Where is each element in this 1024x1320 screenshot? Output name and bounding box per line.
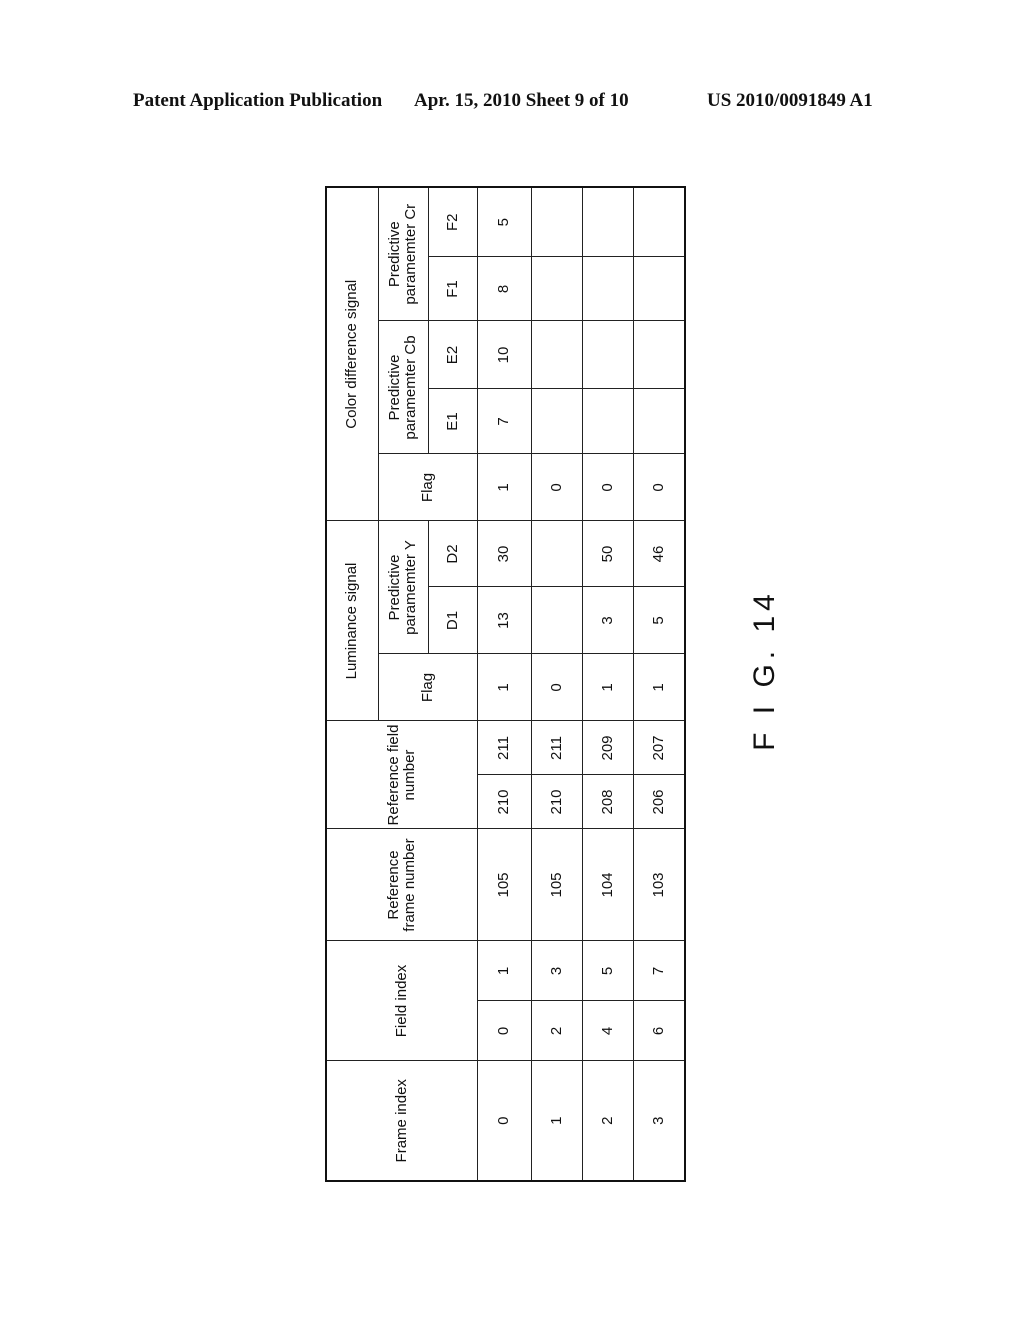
frame-index-cell: 1 (531, 1061, 582, 1181)
d1-cell: 13 (477, 587, 531, 654)
header-luminance-flag: Flag (378, 654, 477, 721)
header-luminance-signal: Luminance signal (326, 521, 378, 721)
e2-cell (582, 321, 633, 389)
frame-index-cell: 3 (633, 1061, 685, 1181)
date-sheet-label: Apr. 15, 2010 Sheet 9 of 10 (414, 90, 629, 111)
table-row: 1 23 105 210 211 0 0 (531, 186, 582, 1181)
header-color-difference-signal: Color difference signal (326, 186, 378, 521)
field-index-value: 3 (531, 941, 582, 1002)
e2-cell: 10 (477, 321, 531, 389)
field-index-value: 5 (582, 941, 633, 1002)
frame-index-cell: 0 (477, 1061, 531, 1181)
figure-label-text: F I G. 14 (748, 589, 781, 751)
e1-cell (582, 389, 633, 454)
f2-cell (582, 186, 633, 257)
header-frame-index: Frame index (326, 1061, 477, 1181)
e1-cell: 7 (477, 389, 531, 454)
ref-frame-cell: 105 (477, 829, 531, 941)
e2-cell (531, 321, 582, 389)
f1-cell (582, 257, 633, 321)
ref-frame-cell: 103 (633, 829, 685, 941)
patent-number: US 2010/0091849 A1 (707, 90, 873, 111)
ref-field-value: 207 (633, 721, 684, 776)
lum-flag-cell: 1 (633, 654, 685, 721)
field-index-cell: 45 (582, 941, 633, 1061)
f2-cell (531, 186, 582, 257)
d2-cell: 46 (633, 521, 685, 587)
field-index-value: 6 (649, 1026, 667, 1036)
field-index-value: 2 (547, 1026, 565, 1036)
ref-field-value: 211 (477, 721, 531, 776)
f2-cell (633, 186, 685, 257)
field-index-cell: 67 (633, 941, 685, 1061)
color-flag-cell: 0 (633, 454, 685, 521)
field-index-value: 1 (477, 941, 531, 1002)
d1-cell (531, 587, 582, 654)
frame-index-cell: 2 (582, 1061, 633, 1181)
d1-cell: 3 (582, 587, 633, 654)
table-row: 2 45 104 208 209 1 3 50 0 (582, 186, 633, 1181)
ref-field-value: 206 (649, 789, 667, 815)
ref-field-value: 209 (582, 721, 633, 776)
header-d1: D1 (428, 587, 477, 654)
d2-cell: 50 (582, 521, 633, 587)
header-e2: E2 (428, 321, 477, 389)
header-e1: E1 (428, 389, 477, 454)
f1-cell (531, 257, 582, 321)
header-field-index: Field index (326, 941, 477, 1061)
ref-field-cell: 210 211 (477, 721, 531, 829)
color-flag-cell: 0 (531, 454, 582, 521)
field-index-value: 7 (633, 941, 684, 1002)
header-predictive-y: Predictive paramemter Y (378, 521, 428, 654)
e2-cell (633, 321, 685, 389)
field-index-cell: 01 (477, 941, 531, 1061)
lum-flag-cell: 1 (477, 654, 531, 721)
header-predictive-cr: Predictive paramemter Cr (378, 186, 428, 321)
ref-field-value: 210 (495, 789, 513, 815)
d1-cell: 5 (633, 587, 685, 654)
rotated-table-container: Frame index Field index Reference frame … (325, 185, 686, 1182)
d2-cell: 30 (477, 521, 531, 587)
header-predictive-cb: Predictive paramemter Cb (378, 321, 428, 454)
page-header: Patent Application Publication Apr. 15, … (0, 90, 1024, 114)
header-color-flag: Flag (378, 454, 477, 521)
field-index-value: 4 (598, 1026, 616, 1036)
figure-label: F I G. 14 (735, 589, 795, 751)
ref-field-value: 210 (547, 789, 565, 815)
parameter-table: Frame index Field index Reference frame … (325, 185, 686, 1182)
table-row: 0 01 105 210 211 1 13 30 1 7 10 8 5 (477, 186, 531, 1181)
publication-label: Patent Application Publication (133, 90, 383, 111)
lum-flag-cell: 0 (531, 654, 582, 721)
header-f1: F1 (428, 257, 477, 321)
ref-frame-cell: 104 (582, 829, 633, 941)
f1-cell: 8 (477, 257, 531, 321)
ref-field-value: 208 (598, 789, 616, 815)
e1-cell (633, 389, 685, 454)
e1-cell (531, 389, 582, 454)
ref-field-value: 211 (531, 721, 582, 776)
header-f2: F2 (428, 186, 477, 257)
ref-field-cell: 208 209 (582, 721, 633, 829)
color-flag-cell: 1 (477, 454, 531, 521)
header-d2: D2 (428, 521, 477, 587)
field-index-value: 0 (495, 1026, 513, 1036)
f2-cell: 5 (477, 186, 531, 257)
table-row: 3 67 103 206 207 1 5 46 0 (633, 186, 685, 1181)
ref-field-cell: 210 211 (531, 721, 582, 829)
d2-cell (531, 521, 582, 587)
header-reference-frame-number: Reference frame number (326, 829, 477, 941)
f1-cell (633, 257, 685, 321)
ref-field-cell: 206 207 (633, 721, 685, 829)
color-flag-cell: 0 (582, 454, 633, 521)
lum-flag-cell: 1 (582, 654, 633, 721)
header-reference-field-number: Reference field number (326, 721, 477, 829)
ref-frame-cell: 105 (531, 829, 582, 941)
field-index-cell: 23 (531, 941, 582, 1061)
